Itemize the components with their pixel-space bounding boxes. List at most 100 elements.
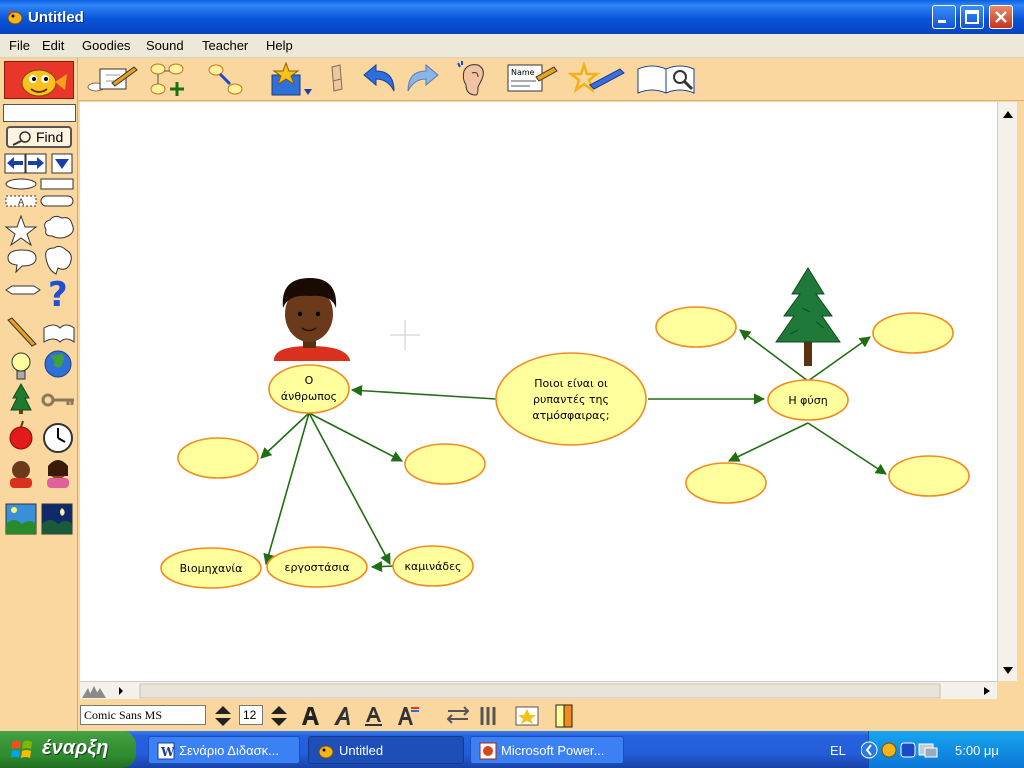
boy-symbol-icon[interactable] [12,461,30,479]
key-icon[interactable] [41,393,55,407]
node-empty-left[interactable] [177,437,259,479]
scroll-right-arrow-icon[interactable] [984,687,990,695]
task-word-document[interactable]: W Σενάριο Διδασκ... [148,736,300,764]
tree-picture-icon[interactable] [775,267,841,366]
node-empty-bottomright[interactable] [888,455,970,497]
center-line-1: Ποιοι είναι οι [534,377,608,390]
window-title: Untitled [28,9,84,26]
node-empty-right[interactable] [404,443,486,485]
find-button[interactable]: Find [6,126,72,148]
node-empty-bottomleft[interactable] [685,462,767,504]
tray-app-icon[interactable] [900,742,916,758]
font-size-stepper-icon[interactable] [267,703,291,729]
banner-shape-icon[interactable] [5,285,41,295]
boy-picture-icon[interactable] [274,278,350,361]
rectangle-shape-icon[interactable] [40,178,74,190]
factories-label: εργοστάσια [285,561,350,574]
scroll-down-arrow-icon[interactable] [1003,667,1013,674]
font-name-field[interactable]: Comic Sans MS [80,705,206,725]
crosshair-cursor-icon [390,320,420,350]
prev-symbols-arrow-icon[interactable] [4,153,26,174]
rounded-rectangle-icon[interactable] [40,195,74,207]
zoom-mountains-icon[interactable] [82,686,106,698]
node-human[interactable] [268,364,350,414]
horizontal-scroll-thumb[interactable] [139,683,941,699]
redo-tool-icon[interactable] [404,61,442,97]
question-mark-icon[interactable]: ? [48,275,68,315]
menu-teacher[interactable]: Teacher [202,38,248,53]
tray-expand-icon[interactable] [861,741,878,759]
node-empty-topleft[interactable] [655,306,737,348]
minimize-button[interactable] [932,5,956,29]
undo-tool-icon[interactable] [360,61,398,97]
pencil-symbol-icon[interactable] [7,317,37,347]
maximize-button[interactable] [960,5,984,29]
horizontal-scrollbar[interactable] [80,681,997,699]
line-color-swatch[interactable] [563,704,573,728]
open-book-icon[interactable] [43,324,75,343]
svg-text:W: W [160,745,175,759]
italic-icon[interactable] [334,707,350,725]
scroll-left-arrow-icon[interactable] [119,687,123,695]
star-shape-icon[interactable] [4,214,38,247]
menu-file[interactable]: File [9,38,30,53]
link-chimneys-factories[interactable] [370,560,395,573]
link-nature-empty-bottomright[interactable] [807,422,887,475]
listen-sound-tool-icon[interactable] [456,61,488,97]
link-nature-empty-bottomleft[interactable] [727,422,809,462]
link-nature-empty-topright[interactable] [807,336,871,382]
font-name-stepper-icon[interactable] [211,703,235,729]
symbol-library-dropdown-icon[interactable] [51,153,73,174]
bold-icon[interactable] [302,707,319,725]
apple-icon[interactable] [9,426,33,450]
basic-shapes: A [5,178,74,208]
link-human-empty-right[interactable] [308,412,403,462]
cloud-shape-icon[interactable] [44,215,74,239]
start-label: έναρξη [42,737,109,759]
link-human-chimneys[interactable] [308,412,391,565]
thought-bubble-icon[interactable] [45,245,72,275]
eraser-tool-icon[interactable] [324,61,348,97]
size-grip[interactable] [997,681,1017,699]
node-empty-topright[interactable] [872,312,954,354]
clock[interactable]: 5:00 μμ [955,743,999,758]
find-input[interactable] [3,104,76,122]
menu-help[interactable]: Help [266,38,293,53]
name-tool-icon[interactable]: Name [506,61,558,97]
close-icon [995,11,1007,23]
speech-bubble-icon[interactable] [7,249,37,274]
tray-kidspiration-icon[interactable] [881,742,897,758]
link-center-human[interactable] [350,385,497,400]
picture-view-tool-icon[interactable] [82,61,138,97]
menu-sound[interactable]: Sound [146,38,184,53]
kidspiration-logo-button[interactable] [4,61,74,99]
human-line-2: άνθρωπος [281,390,337,403]
oval-shape-icon[interactable] [5,178,37,190]
menu-bar: File Edit Goodies Sound Teacher Help [0,34,1024,58]
symbol-library-tool-icon[interactable] [268,61,314,97]
link-tool-icon[interactable] [206,61,244,97]
scroll-up-arrow-icon[interactable] [1003,111,1013,118]
menu-edit[interactable]: Edit [42,38,64,53]
menu-goodies[interactable]: Goodies [82,38,130,53]
rapidfire-tool-icon[interactable] [148,61,186,97]
task-powerpoint[interactable]: Microsoft Power... [470,736,624,764]
vertical-scrollbar[interactable] [997,102,1017,681]
tree-symbol-icon[interactable] [10,382,32,411]
line-style-icon[interactable] [480,707,496,725]
link-direction-icon[interactable] [446,706,470,724]
next-symbols-arrow-icon[interactable] [25,153,47,174]
link-human-factories[interactable] [263,412,310,566]
diagram-canvas[interactable]: Ποιοι είναι οι ρυπαντές της ατμόσφαιρας;… [80,102,997,681]
input-language-indicator[interactable]: EL [830,743,846,758]
underline-icon[interactable] [366,707,381,722]
start-button[interactable]: έναρξη [0,731,136,768]
text-color-icon[interactable] [398,707,413,725]
spell-check-tool-icon[interactable] [568,61,626,97]
font-size-field[interactable]: 12 [239,705,263,725]
lightbulb-icon[interactable] [11,352,31,372]
fill-color-swatch[interactable] [555,704,565,728]
dictionary-tool-icon[interactable] [636,61,700,97]
close-button[interactable] [989,5,1013,29]
task-kidspiration[interactable]: Untitled [308,736,464,764]
